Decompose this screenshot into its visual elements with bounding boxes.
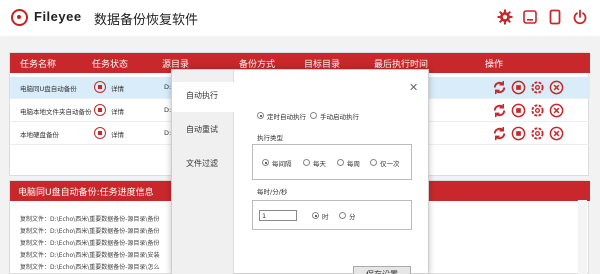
task-name: 电脑本地文件夹自动备份 [20, 108, 92, 116]
refresh-icon[interactable] [492, 126, 507, 141]
radio-interval-label: 每间隔 [272, 160, 292, 168]
app-title: 数据备份恢复软件 [94, 13, 199, 28]
title-bar: Fileyee 数据备份恢复软件 [0, 0, 600, 36]
restore-icon[interactable] [547, 9, 563, 25]
radio-manual[interactable] [310, 112, 317, 119]
save-settings-button[interactable]: 保存设置 [353, 266, 411, 274]
power-icon[interactable] [572, 9, 588, 25]
task-name: 电脑同U盘自动备份 [20, 85, 77, 93]
col-task-name: 任务名称 [20, 60, 57, 70]
delete-icon[interactable] [549, 80, 564, 95]
interval-group: 1 时 分 [252, 200, 412, 230]
stop-status-icon[interactable] [94, 104, 106, 116]
refresh-icon[interactable] [492, 80, 507, 95]
exec-type-group: 每间隔 每天 每周 仅一次 [252, 144, 412, 180]
settings-icon[interactable] [530, 126, 545, 141]
settings-tabs: 自动执行 自动重试 文件过滤 [172, 70, 235, 274]
row-actions [492, 103, 582, 119]
radio-minute-label: 分 [349, 213, 356, 221]
close-icon[interactable]: ✕ [409, 81, 418, 94]
stop-icon[interactable] [511, 80, 526, 95]
task-settings-dialog: 自动执行 自动重试 文件过滤 ✕ 定时自动执行 手动启动执行 执行类型 每间隔 … [171, 69, 429, 274]
detail-link[interactable]: 详情 [111, 106, 124, 116]
col-actions: 操作 [485, 60, 504, 70]
radio-once[interactable] [370, 159, 377, 166]
log-line: 复制文件：D:\Echo\西米\重要数据备份-源目录\备份 [20, 228, 160, 235]
col-task-status: 任务状态 [92, 60, 129, 70]
radio-once-label: 仅一次 [380, 160, 400, 168]
stop-icon[interactable] [511, 103, 526, 118]
task-name: 本地硬盘备份 [20, 131, 59, 139]
logo-icon [11, 9, 28, 26]
minimize-icon[interactable] [522, 9, 538, 25]
brand-name: Fileyee [34, 9, 82, 24]
log-line: 复制文件：D:\Echo\西米\重要数据备份-源目录\备份 [20, 216, 160, 223]
radio-daily[interactable] [303, 159, 310, 166]
stop-icon[interactable] [511, 126, 526, 141]
tab-file-filter[interactable]: 文件过滤 [172, 150, 234, 180]
stop-status-icon[interactable] [94, 127, 106, 139]
log-scrollbar[interactable] [578, 200, 587, 274]
detail-link[interactable]: 详情 [111, 129, 124, 139]
refresh-icon[interactable] [492, 103, 507, 118]
radio-interval[interactable] [262, 159, 269, 166]
detail-link[interactable]: 详情 [111, 83, 124, 93]
interval-input[interactable]: 1 [259, 210, 297, 221]
app-window: Fileyee 数据备份恢复软件 任务名称 任务状态 源目录 备份方式 目标目录… [0, 0, 600, 274]
row-actions [492, 80, 582, 96]
settings-gear-icon[interactable] [497, 9, 513, 25]
radio-hour-label: 时 [322, 213, 329, 221]
log-line: 复制文件：D:\Echo\西米\重要数据备份-源目录\备份 [20, 240, 160, 247]
radio-minute[interactable] [339, 212, 346, 219]
radio-scheduled-label: 定时自动执行 [267, 113, 306, 121]
radio-scheduled[interactable] [257, 112, 264, 119]
log-line: 复制文件：D:\Echo\西米\重要数据备份-源目录\安装 [20, 252, 160, 259]
stop-status-icon[interactable] [94, 81, 106, 93]
tab-auto-retry[interactable]: 自动重试 [172, 116, 234, 146]
delete-icon[interactable] [549, 103, 564, 118]
radio-manual-label: 手动启动执行 [320, 113, 359, 121]
exec-type-label: 执行类型 [257, 134, 283, 142]
tab-auto-execute[interactable]: 自动执行 [172, 82, 235, 112]
settings-icon[interactable] [530, 103, 545, 118]
interval-label: 每时/分/秒 [257, 188, 288, 196]
radio-weekly[interactable] [337, 159, 344, 166]
row-actions [492, 126, 582, 142]
radio-daily-label: 每天 [313, 160, 326, 168]
delete-icon[interactable] [549, 126, 564, 141]
radio-hour[interactable] [312, 212, 319, 219]
settings-icon[interactable] [530, 80, 545, 95]
log-line: 复制文件：D:\Echo\西米\重要数据备份-源目录\怎么 [20, 264, 160, 271]
radio-weekly-label: 每周 [347, 160, 360, 168]
